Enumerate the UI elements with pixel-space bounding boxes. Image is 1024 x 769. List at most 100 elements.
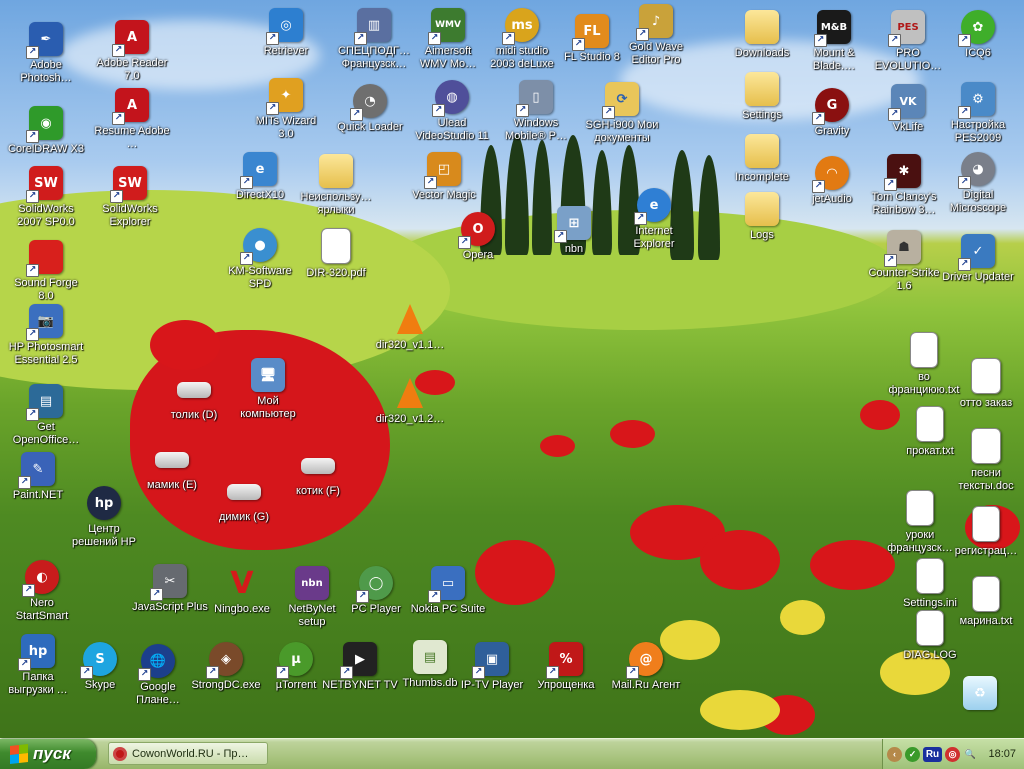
mount-blade-icon: M&B — [814, 10, 851, 47]
desktop-icon-unused-shortcuts-folder[interactable]: Неиспользу… ярлыки — [298, 154, 374, 217]
desktop-icon-nbn[interactable]: ⊞nbn — [536, 206, 612, 256]
desktop-icon-logs[interactable]: Logs — [724, 192, 800, 242]
taskbar-window-button[interactable]: CowonWorld.RU - Пр… — [108, 742, 268, 765]
desktop-icon-driver-updater[interactable]: ✓Driver Updater — [940, 234, 1016, 284]
desktop-icon-vklife[interactable]: VKVkLife — [870, 84, 946, 134]
desktop-icon-mount-blade[interactable]: M&BMount & Blade.… — [796, 10, 872, 73]
chevron-left-icon[interactable]: ‹ — [887, 746, 902, 762]
text-file-icon: ≡ — [916, 610, 944, 646]
desktop-icon-drive-e[interactable]: мамик (E) — [134, 442, 210, 492]
desktop-icon-downloads[interactable]: Downloads — [724, 10, 800, 60]
desktop-icon-counter-strike[interactable]: ☗Counter-Strike 1.6 — [866, 230, 942, 293]
driver-updater-icon: ✓ — [958, 234, 995, 271]
taskbar: пуск CowonWorld.RU - Пр… ‹ ✓ Ru ◎ 🔍 18:0… — [0, 738, 1024, 769]
desktop-icon-jetaudio[interactable]: ◠jetAudio — [794, 156, 870, 206]
desktop-icon-windows-mobile[interactable]: ▯Windows Mobile® P… — [498, 80, 574, 143]
search-tray-icon[interactable]: 🔍 — [963, 747, 978, 762]
opera-icon: O — [458, 212, 495, 249]
desktop-icon-label: jetAudio — [812, 193, 852, 205]
desktop-icon-pro-evolution[interactable]: PESPRO EVOLUTIO… — [870, 10, 946, 73]
desktop-icon-internet-explorer[interactable]: eInternet Explorer — [616, 188, 692, 251]
utorrent-icon: µ — [276, 642, 313, 679]
desktop-icon-rainbow-six[interactable]: ✱Tom Clancy's Rainbow 3… — [866, 154, 942, 217]
desktop-icon-icq[interactable]: ✿ICQ6 — [940, 10, 1016, 60]
desktop-icon-otto-zakaz[interactable]: Wотто заказ — [948, 358, 1024, 410]
desktop-icon-label: Настройка PES2009 — [950, 119, 1006, 144]
desktop-icon-registraciya[interactable]: ≡ регистрац… — [948, 506, 1024, 558]
desktop-icon-label: MITs Wizard 3.0 — [255, 115, 317, 140]
desktop-icon-quick-loader[interactable]: ◔Quick Loader — [332, 84, 408, 134]
desktop-icon-pesni-doc[interactable]: Wпесни тексты.doc — [948, 428, 1024, 493]
desktop-icon-audio-editor[interactable]: ▥СПЕЦПОДГ… Французск… — [336, 8, 412, 71]
sgh-folder-icon: ⟳ — [602, 82, 639, 119]
desktop-icon-solidworks[interactable]: SWSolidWorks 2007 SP0.0 — [8, 166, 84, 229]
desktop-icon-label: Driver Updater — [942, 271, 1014, 283]
clock[interactable]: 18:07 — [988, 748, 1016, 760]
desktop-icon-label: DIAG.LOG — [903, 649, 957, 661]
desktop-icon-paint-net[interactable]: ✎Paint.NET — [0, 452, 76, 502]
desktop-icon-openoffice[interactable]: ▤Get OpenOffice… — [8, 384, 84, 447]
desktop[interactable]: ✒Adobe Photosh… ◉CorelDRAW X3 SWSolidWor… — [0, 0, 1024, 738]
desktop-icon-label: µTorrent — [275, 679, 317, 691]
check-shield-icon[interactable]: ✓ — [905, 746, 920, 762]
desktop-icon-digital-microscope[interactable]: ◕Digital Microscope — [940, 152, 1016, 215]
desktop-icon-ulead[interactable]: ◍Ulead VideoStudio 11 — [414, 80, 490, 143]
desktop-icon-solidworks-explorer[interactable]: SWSolidWorks Explorer — [92, 166, 168, 229]
desktop-icon-hp-photosmart[interactable]: 📷HP Photosmart Essential 2.5 — [8, 304, 84, 367]
desktop-icon-settings[interactable]: Settings — [724, 72, 800, 122]
desktop-icon-mail-ru-agent[interactable]: @Mail.Ru Агент — [608, 642, 684, 692]
language-indicator[interactable]: Ru — [923, 746, 942, 762]
desktop-icon-sound-forge[interactable]: Sound Forge 8.0 — [8, 240, 84, 303]
desktop-icon-nero[interactable]: ◐Nero StartSmart — [4, 560, 80, 623]
desktop-icon-label: отто заказ — [959, 397, 1013, 409]
desktop-icon-dir320-pdf[interactable]: PDF DIR-320.pdf — [298, 228, 374, 280]
spiral-app-icon[interactable]: ◎ — [945, 746, 960, 762]
desktop-icon-drive-g[interactable]: димик (G) — [206, 474, 282, 524]
desktop-icon-pc-player[interactable]: ◯PC Player — [338, 566, 414, 616]
desktop-icon-gravity[interactable]: GGravity — [794, 88, 870, 138]
desktop-icon-sgh-documents[interactable]: ⟳SGH-i900 Мои документы — [584, 82, 660, 145]
desktop-icon-directx[interactable]: eDirectX10 — [222, 152, 298, 202]
desktop-icon-uproshchenka[interactable]: %Упрощенка — [528, 642, 604, 692]
desktop-icon-drive-f[interactable]: котик (F) — [280, 448, 356, 498]
desktop-icon-coreldraw[interactable]: ◉CorelDRAW X3 — [8, 106, 84, 156]
ulead-icon: ◍ — [432, 80, 469, 117]
desktop-icon-strongdc[interactable]: ◈StrongDC.exe — [188, 642, 264, 692]
desktop-icon-marina-txt[interactable]: ≡ марина.txt — [948, 576, 1024, 628]
desktop-icon-dir320-v11[interactable]: dir320_v1.1… — [372, 302, 448, 352]
desktop-icon-opera[interactable]: OOpera — [440, 212, 516, 262]
photoshop-feather-icon: ✒ — [26, 22, 63, 59]
desktop-icon-midi-studio[interactable]: msmidi studio 2003 deLuxe — [484, 8, 560, 71]
desktop-icon-incomplete[interactable]: Incomplete — [724, 134, 800, 184]
desktop-icon-retriever[interactable]: ◎Retriever — [248, 8, 324, 58]
desktop-icon-resume-adobe[interactable]: AResume Adobe … — [94, 88, 170, 151]
desktop-icon-goldwave[interactable]: ♪Gold Wave Editor Pro — [618, 4, 694, 67]
desktop-icon-nokia-pc-suite[interactable]: ▭Nokia PC Suite — [410, 566, 486, 616]
desktop-icon-pes-settings[interactable]: ⚙Настройка PES2009 — [940, 82, 1016, 145]
desktop-icon-adobe-photoshop[interactable]: ✒Adobe Photosh… — [8, 22, 84, 85]
desktop-icon-google-earth[interactable]: 🌐Google Плане… — [120, 644, 196, 707]
desktop-icon-km-software[interactable]: ●KM-Software SPD — [222, 228, 298, 291]
desktop-icon-adobe-reader[interactable]: AAdobe Reader 7.0 — [94, 20, 170, 83]
desktop-icon-aimersoft[interactable]: WMVAimersoft WMV Mo… — [410, 8, 486, 71]
desktop-icon-iptv-player[interactable]: ▣IP-TV Player — [454, 642, 530, 692]
desktop-icon-mits-wizard[interactable]: ✦MITs Wizard 3.0 — [248, 78, 324, 141]
uproshchenka-icon: % — [546, 642, 583, 679]
desktop-icon-ningbo[interactable]: V Ningbo.exe — [204, 566, 280, 616]
vlc-cone-icon — [393, 376, 427, 410]
desktop-icon-drive-d[interactable]: толик (D) — [156, 372, 232, 422]
desktop-icon-vector-magic[interactable]: ◰Vector Magic — [406, 152, 482, 202]
drive-icon — [177, 382, 211, 398]
desktop-icon-dir320-v12[interactable]: dir320_v1.2… — [372, 376, 448, 426]
desktop-icon-recycle-bin[interactable]: ♻ — [942, 676, 1018, 713]
system-tray: ‹ ✓ Ru ◎ 🔍 18:07 — [882, 739, 1024, 769]
desktop-icon-uroki-txt[interactable]: ≡ уроки французск… — [882, 490, 958, 555]
desktop-icon-javascript-plus[interactable]: ✂JavaScript Plus — [132, 564, 208, 614]
start-button[interactable]: пуск — [0, 739, 96, 769]
desktop-icon-my-computer[interactable]: 🖥 Мой компьютер — [230, 358, 306, 421]
start-label: пуск — [33, 744, 71, 763]
desktop-icon-hp-solution-center[interactable]: hp Центр решений HP — [66, 486, 142, 549]
desktop-icon-netbynet-tv[interactable]: ▶NETBYNET TV — [322, 642, 398, 692]
desktop-icon-label: Mail.Ru Агент — [611, 679, 681, 691]
strongdc-icon: ◈ — [206, 642, 243, 679]
